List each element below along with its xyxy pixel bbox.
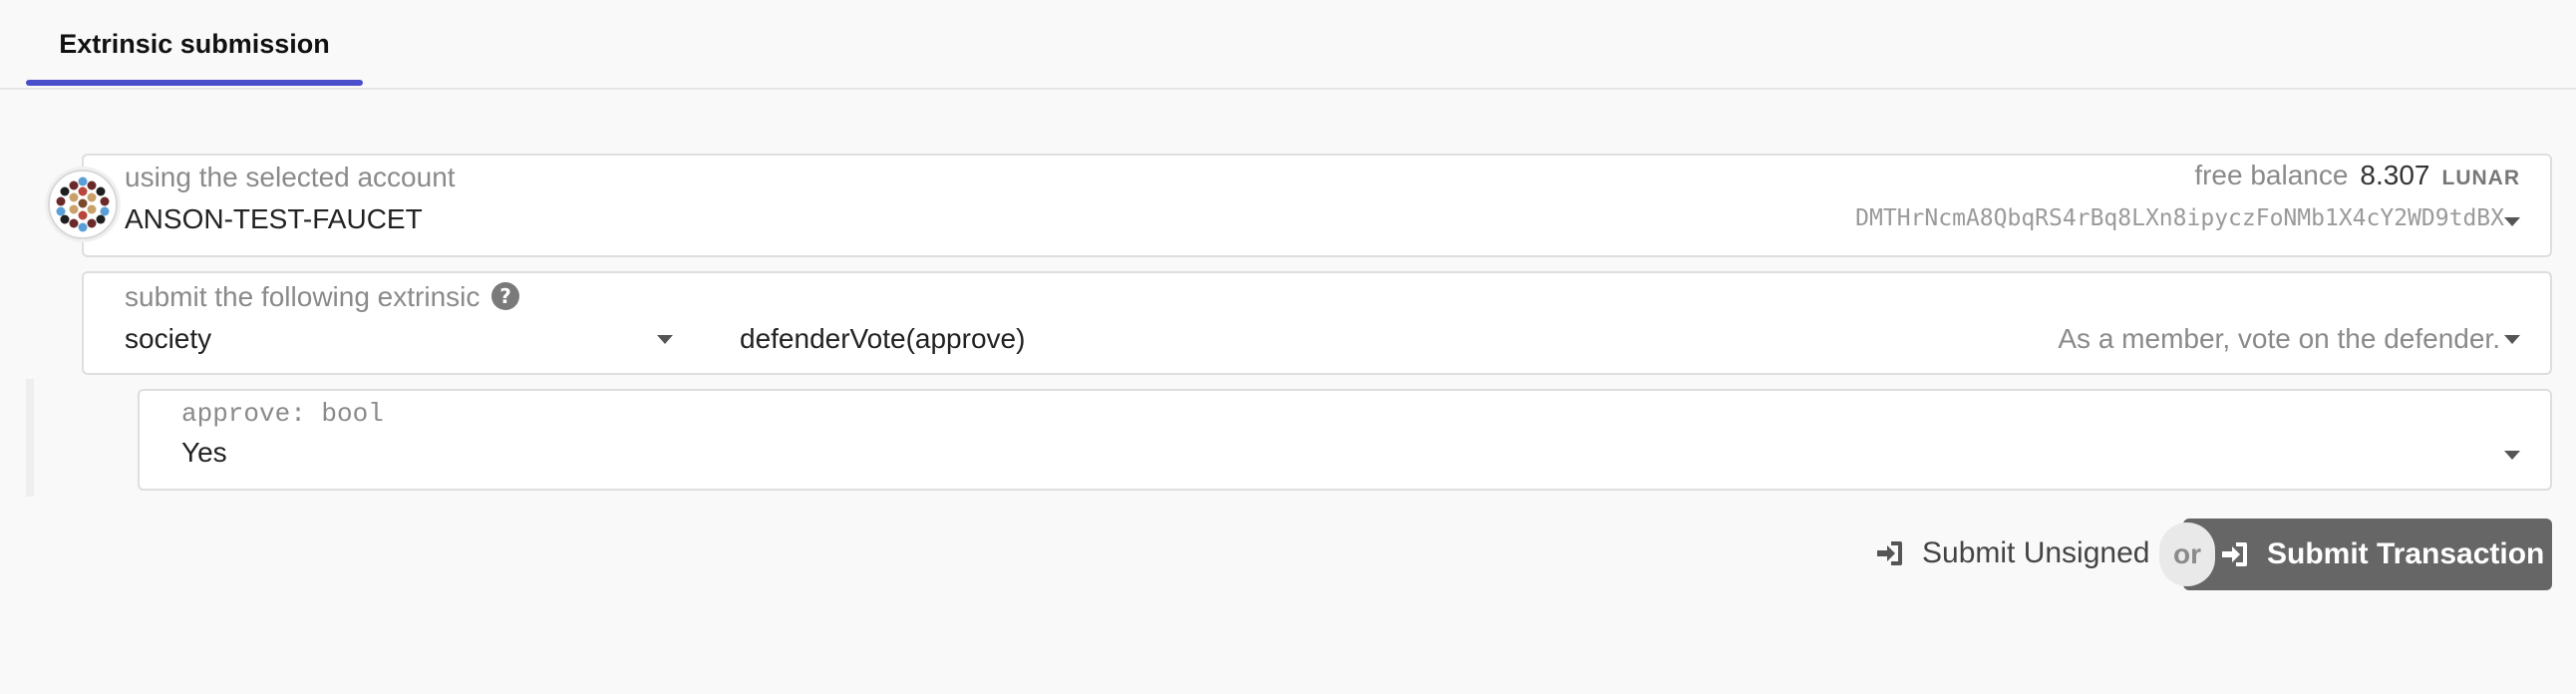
module-chevron-down-icon[interactable]	[657, 335, 673, 344]
params-rail	[26, 379, 34, 497]
sign-in-icon	[2222, 542, 2247, 566]
param-approve-field[interactable]	[138, 389, 2552, 491]
submit-transaction-label: Submit Transaction	[2267, 537, 2545, 570]
tabs-bar: Extrinsic submission	[0, 0, 2576, 90]
active-tab-indicator	[26, 80, 363, 86]
help-icon[interactable]: ?	[491, 282, 519, 310]
submit-unsigned-label: Submit Unsigned	[1922, 536, 2150, 569]
method-select[interactable]: defenderVote(approve)	[740, 323, 1025, 355]
sign-in-icon	[1877, 541, 1902, 565]
or-separator: or	[2159, 522, 2215, 586]
account-label: using the selected account	[125, 162, 456, 192]
module-select[interactable]: society	[125, 323, 211, 355]
balance-value: 8.307	[2360, 160, 2430, 190]
tab-label: Extrinsic submission	[59, 28, 330, 59]
free-balance: free balance 8.307 LUNAR	[2194, 160, 2520, 191]
account-name: ANSON-TEST-FAUCET	[125, 203, 423, 234]
param-label: approve: bool	[181, 399, 384, 429]
method-chevron-down-icon[interactable]	[2504, 335, 2520, 344]
identicon-icon	[52, 174, 114, 235]
param-value: Yes	[181, 437, 227, 468]
identicon-avatar	[48, 170, 118, 239]
account-address: DMTHrNcmA8QbqRS4rBq8LXn8ipyczFoNMb1X4cY2…	[1855, 205, 2504, 231]
balance-label: free balance	[2194, 160, 2349, 190]
account-chevron-down-icon[interactable]	[2504, 217, 2520, 226]
param-chevron-down-icon[interactable]	[2504, 451, 2520, 460]
balance-unit: LUNAR	[2441, 167, 2520, 189]
method-description: As a member, vote on the defender.	[2058, 323, 2500, 354]
submit-unsigned-button[interactable]: Submit Unsigned	[1874, 519, 2149, 588]
extrinsic-label: submit the following extrinsic	[125, 281, 481, 312]
tab-extrinsic-submission[interactable]: Extrinsic submission	[26, 0, 363, 88]
submit-transaction-button[interactable]: Submit Transaction	[2183, 519, 2552, 590]
